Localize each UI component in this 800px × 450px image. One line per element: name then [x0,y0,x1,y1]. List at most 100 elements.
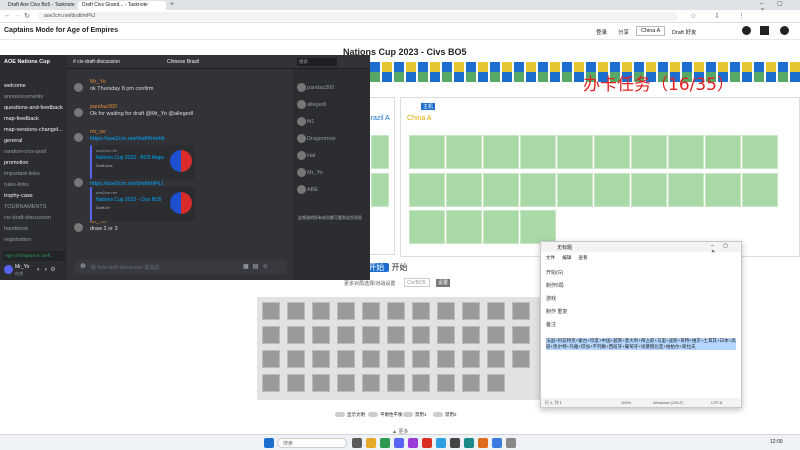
civ-slot[interactable] [557,173,593,207]
civ-icon[interactable] [362,374,380,392]
app-icon[interactable] [478,438,488,448]
civ-icon[interactable] [462,302,480,320]
add-attachment-icon[interactable]: ⊕ [80,262,86,270]
notepad-window-controls[interactable]: – ▢ ✕ [711,243,741,255]
civ-icon[interactable] [412,302,430,320]
forward-icon[interactable]: → [14,12,21,19]
menu-view[interactable]: 查看 [579,255,588,260]
mic-headset-settings-icons[interactable]: ◐◑⚙ [37,266,59,273]
civ-icon[interactable] [462,374,480,392]
civ-slot[interactable] [742,173,778,207]
civ-icon[interactable] [312,374,330,392]
app-icon[interactable] [422,438,432,448]
link-embed[interactable]: aoe2cm.net Nations Cup 2023 - BO5 Maps D… [90,145,195,179]
browser-tab[interactable]: Draft Aoe Civs Bo5 - Tasknote [4,1,76,10]
channel-item[interactable]: map-versions-changel... [4,127,63,133]
back-icon[interactable]: ← [4,12,11,19]
civ-slot[interactable] [371,135,389,169]
civ-icon[interactable] [287,326,305,344]
civ-icon[interactable] [287,374,305,392]
github-icon[interactable] [780,26,789,35]
civ-icon[interactable] [487,326,505,344]
message-input[interactable]: 给 #civ-draft-discussion 发消息 [91,264,159,271]
member-name[interactable]: Hal [307,153,315,159]
civ-icon[interactable] [387,350,405,368]
channel-item[interactable]: registration [4,237,31,243]
civ-icon[interactable] [387,326,405,344]
civ-icon[interactable] [387,374,405,392]
composer-tool-icons[interactable]: ▦▤☺ [243,263,272,270]
civ-icon[interactable] [337,350,355,368]
civ-slot[interactable] [409,210,445,244]
member-name[interactable]: fit1 [307,119,314,125]
message-author[interactable]: Mr_Yo [90,79,106,85]
channel-item[interactable]: announcements [4,94,43,100]
toggle-switch[interactable] [368,412,378,417]
civ-slot[interactable] [668,173,704,207]
member-avatar[interactable] [297,168,306,177]
task-view-icon[interactable] [352,438,362,448]
civ-icon[interactable] [312,326,330,344]
civ-slot[interactable] [371,173,389,207]
civ-icon[interactable] [262,350,280,368]
header-link-share[interactable]: 分享 [618,28,629,36]
message-composer[interactable]: ⊕ 给 #civ-draft-discussion 发消息 ▦▤☺ [75,260,287,274]
voice-banner[interactable]: Age of Empires II: Defi... [3,251,65,261]
civ-slot[interactable] [742,135,778,169]
civ-slot[interactable] [594,173,630,207]
civ-slot[interactable] [557,135,593,169]
reload-icon[interactable]: ↻ [24,12,30,20]
browser-tab-active[interactable]: Draft Civs Grand... - Tasknote [78,1,166,10]
app-icon[interactable] [408,438,418,448]
civ-slot[interactable] [409,135,445,169]
search-input[interactable]: 搜索 [297,58,337,66]
civ-icon[interactable] [362,326,380,344]
shield-icon[interactable] [760,26,769,35]
civ-icon[interactable] [512,326,530,344]
message-avatar[interactable] [74,178,83,187]
civ-slot[interactable] [446,135,482,169]
start-menu-icon[interactable] [264,438,274,448]
thread-tab[interactable]: Chinese Brazil [167,59,199,65]
link-embed[interactable]: aoe2cm.net Nations Cup 2023 - Civs BO5 D… [90,187,195,221]
chrome-icon[interactable] [380,438,390,448]
member-name[interactable]: pandaz300 [307,85,334,91]
channel-item[interactable]: trophy-case [4,193,33,199]
civ-icon[interactable] [362,350,380,368]
toggle-switch[interactable] [433,412,443,417]
member-avatar[interactable] [297,134,306,143]
channel-item[interactable]: important-links [4,171,40,177]
civ-slot[interactable] [409,173,445,207]
civ-icon[interactable] [437,350,455,368]
member-avatar[interactable] [297,117,306,126]
settings-icon[interactable] [742,26,751,35]
civ-slot[interactable] [446,210,482,244]
civ-icon[interactable] [262,326,280,344]
civ-slot[interactable] [520,210,556,244]
server-name[interactable]: AOE Nations Cup [4,59,50,65]
notepad-taskbar-icon[interactable] [492,438,502,448]
member-avatar[interactable] [297,151,306,160]
civ-icon[interactable] [487,350,505,368]
channel-item[interactable]: TOURNAMENTS [4,204,46,210]
embed-title[interactable]: Nations Cup 2023 - BO5 Maps [96,155,164,161]
civ-icon[interactable] [512,350,530,368]
channel-item[interactable]: civ-draft-discussion [4,215,51,221]
channel-item[interactable]: random-civs-pool [4,149,46,155]
civ-icon[interactable] [337,326,355,344]
member-avatar[interactable] [297,83,306,92]
civ-slot[interactable] [446,173,482,207]
channel-item[interactable]: questions-and-feedback [4,105,63,111]
civ-icon[interactable] [262,374,280,392]
civ-icon[interactable] [437,374,455,392]
toggle-switch[interactable] [335,412,345,417]
message-avatar[interactable] [74,223,83,232]
message-avatar[interactable] [74,108,83,117]
notepad-selected-text[interactable]: 法国+阿兹特克+蒙古+印度+中国+越南+意大利+拜占庭+马里+波斯+哥特+维京+… [546,338,736,350]
civ-slot[interactable] [631,173,667,207]
civ-icon[interactable] [287,350,305,368]
civ-icon[interactable] [312,350,330,368]
member-name[interactable]: allegedl [307,102,326,108]
app-icon[interactable] [436,438,446,448]
civ-icon[interactable] [437,326,455,344]
